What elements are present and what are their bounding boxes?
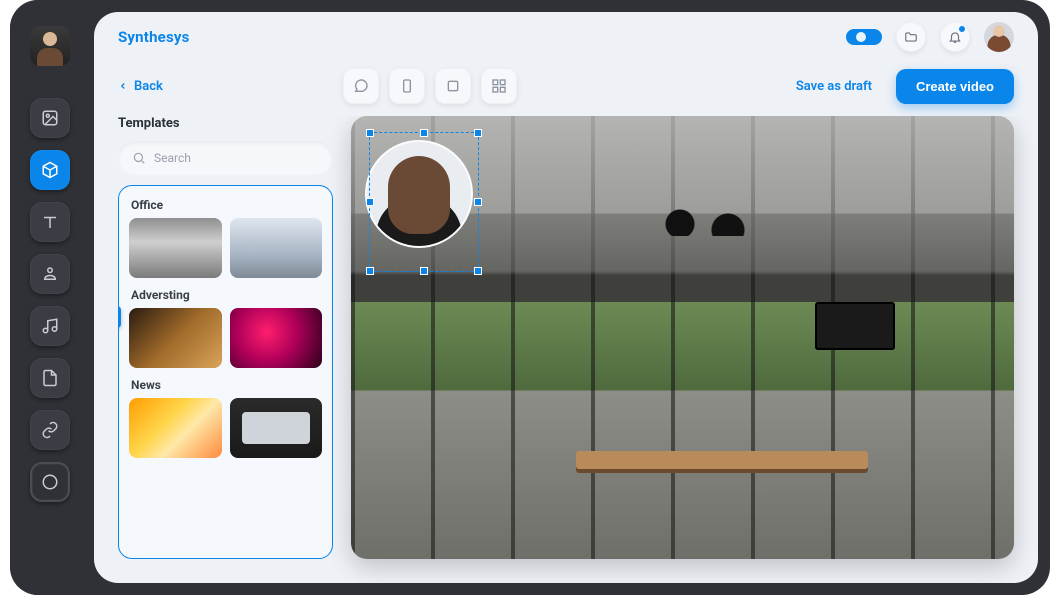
tool-grid[interactable] bbox=[481, 68, 517, 104]
rail-templates[interactable] bbox=[30, 150, 70, 190]
action-row: Back Save as draft Create video bbox=[94, 62, 1038, 116]
chevron-left-icon bbox=[118, 81, 128, 91]
rail-text[interactable] bbox=[30, 202, 70, 242]
category-office: Office bbox=[131, 198, 322, 212]
templates-title: Templates bbox=[118, 116, 333, 131]
circle-icon bbox=[41, 473, 59, 491]
template-thumb[interactable] bbox=[129, 398, 222, 458]
user-avatar-rail[interactable] bbox=[30, 26, 70, 66]
brand-title: Synthesys bbox=[118, 28, 190, 46]
back-link[interactable]: Back bbox=[118, 79, 163, 94]
templates-panel: Templates Search Office Adversting bbox=[118, 116, 333, 559]
resize-handle[interactable] bbox=[474, 129, 482, 137]
tool-chat[interactable] bbox=[343, 68, 379, 104]
canvas-monitor bbox=[815, 302, 895, 350]
text-icon bbox=[41, 213, 59, 231]
music-icon bbox=[41, 317, 59, 335]
template-thumb[interactable] bbox=[230, 398, 323, 458]
editor-body: Templates Search Office Adversting bbox=[94, 116, 1038, 583]
status-badge[interactable] bbox=[846, 29, 882, 45]
canvas-table bbox=[576, 451, 868, 469]
template-thumb[interactable] bbox=[230, 218, 323, 278]
rail-image[interactable] bbox=[30, 98, 70, 138]
link-icon bbox=[41, 421, 59, 439]
tool-square[interactable] bbox=[435, 68, 471, 104]
category-news: News bbox=[131, 378, 322, 392]
resize-handle[interactable] bbox=[420, 267, 428, 275]
square-icon bbox=[445, 78, 461, 94]
grid-icon bbox=[491, 78, 507, 94]
resize-handle[interactable] bbox=[474, 267, 482, 275]
resize-handle[interactable] bbox=[420, 129, 428, 137]
template-thumb[interactable] bbox=[129, 218, 222, 278]
rail-document[interactable] bbox=[30, 358, 70, 398]
image-icon bbox=[41, 109, 59, 127]
left-rail bbox=[10, 0, 90, 595]
topbar: Synthesys bbox=[94, 12, 1038, 62]
cube-icon bbox=[41, 161, 59, 179]
folder-icon bbox=[904, 30, 918, 44]
app-shell: Synthesys Back bbox=[10, 0, 1050, 595]
search-placeholder: Search bbox=[154, 151, 191, 165]
rail-add[interactable] bbox=[30, 462, 70, 502]
scroll-handle[interactable] bbox=[118, 306, 121, 328]
portrait-icon bbox=[399, 78, 415, 94]
category-advertising: Adversting bbox=[131, 288, 322, 302]
search-icon bbox=[132, 151, 146, 165]
template-thumb[interactable] bbox=[230, 308, 323, 368]
search-input[interactable]: Search bbox=[118, 141, 333, 175]
folder-button[interactable] bbox=[896, 22, 926, 52]
template-thumb[interactable] bbox=[129, 308, 222, 368]
video-canvas[interactable] bbox=[351, 116, 1014, 559]
resize-handle[interactable] bbox=[366, 267, 374, 275]
back-label: Back bbox=[134, 79, 163, 94]
rail-person[interactable] bbox=[30, 254, 70, 294]
user-avatar-top[interactable] bbox=[984, 22, 1014, 52]
notifications-button[interactable] bbox=[940, 22, 970, 52]
templates-list[interactable]: Office Adversting News bbox=[118, 185, 333, 559]
person-icon bbox=[41, 265, 59, 283]
create-video-button[interactable]: Create video bbox=[896, 69, 1014, 104]
document-icon bbox=[41, 369, 59, 387]
resize-handle[interactable] bbox=[474, 198, 482, 206]
tool-portrait[interactable] bbox=[389, 68, 425, 104]
rail-music[interactable] bbox=[30, 306, 70, 346]
resize-handle[interactable] bbox=[366, 198, 374, 206]
save-draft-link[interactable]: Save as draft bbox=[796, 79, 872, 94]
main-window: Synthesys Back bbox=[94, 12, 1038, 583]
resize-handle[interactable] bbox=[366, 129, 374, 137]
bell-icon bbox=[948, 30, 962, 44]
chat-icon bbox=[353, 78, 369, 94]
rail-link[interactable] bbox=[30, 410, 70, 450]
